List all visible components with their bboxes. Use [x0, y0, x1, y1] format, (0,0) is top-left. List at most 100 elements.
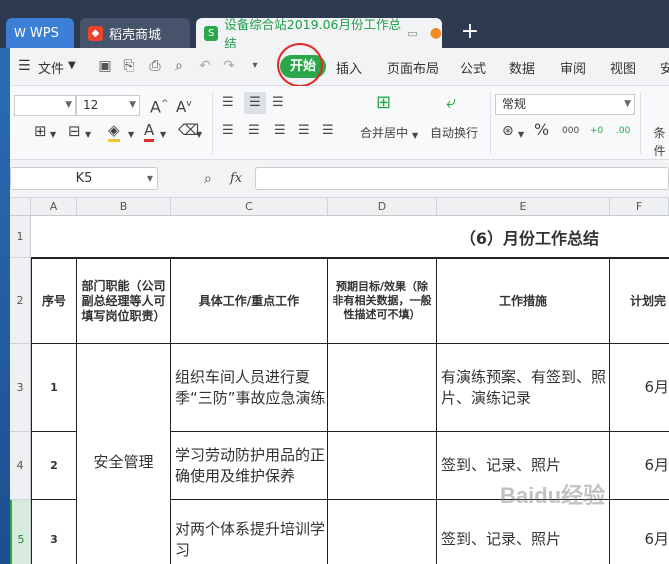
row-header-4[interactable]: 4	[10, 432, 31, 500]
percent-button[interactable]: %	[534, 121, 549, 139]
menu-data[interactable]: 数据	[509, 58, 535, 77]
chevron-down-icon[interactable]: ▼	[412, 127, 418, 145]
window-icon[interactable]: ▭	[407, 27, 417, 40]
row3-goal[interactable]	[328, 500, 437, 564]
row1-work[interactable]: 组织车间人员进行夏季“三防”事故应急演练	[171, 344, 328, 432]
font-size-select[interactable]: 12 ▼	[76, 95, 140, 116]
chevron-down-icon: ▼	[129, 100, 136, 110]
col-header-b[interactable]: B	[77, 198, 171, 216]
chevron-down-icon[interactable]: ▼	[50, 126, 56, 144]
chevron-down-icon[interactable]: ▼	[128, 126, 134, 144]
row1-goal[interactable]	[328, 344, 437, 432]
row-header-3[interactable]: 3	[10, 344, 31, 432]
chevron-down-icon[interactable]: ▼	[85, 126, 91, 144]
chevron-down-icon: ▼	[65, 100, 72, 110]
dept-merged-cell[interactable]: 安全管理	[77, 344, 171, 564]
fx-label[interactable]: fx	[230, 170, 242, 188]
justify-icon[interactable]: ☰	[298, 122, 310, 140]
chevron-down-icon[interactable]: ▼	[68, 60, 76, 71]
header-goal[interactable]: 预期目标/效果（除非有相关数据，一般性描述可不填）	[328, 258, 437, 344]
menu-page-layout[interactable]: 页面布局	[387, 58, 439, 77]
header-dept[interactable]: 部门职能（公司副总经理等人可填写岗位职责）	[77, 258, 171, 344]
sheet-title-cell[interactable]: （6）月份工作总结	[31, 216, 669, 258]
decrease-font-icon[interactable]: Av	[176, 95, 192, 116]
row2-seq[interactable]: 2	[31, 432, 77, 500]
row2-plan[interactable]: 6月	[610, 432, 669, 500]
number-format-select[interactable]: 常规 ▼	[495, 94, 635, 115]
menu-file[interactable]: 文件	[38, 58, 64, 77]
header-seq[interactable]: 序号	[31, 258, 77, 344]
row2-work[interactable]: 学习劳动防护用品的正确使用及维护保养	[171, 432, 328, 500]
redo-icon[interactable]: ↷	[220, 57, 238, 75]
print-preview-icon[interactable]: ⌕	[170, 57, 188, 75]
row-header-5[interactable]: 5	[10, 500, 31, 564]
col-header-f[interactable]: F	[610, 198, 669, 216]
formula-bar: K5 ▼ ⌕ fx	[10, 160, 669, 198]
conditional-format-button[interactable]: 条件	[650, 124, 669, 160]
col-header-c[interactable]: C	[171, 198, 328, 216]
chevron-down-icon[interactable]: ▼	[196, 126, 202, 144]
wrap-text-button[interactable]: 自动换行	[430, 124, 478, 142]
wrap-text-icon[interactable]: ⤶	[446, 94, 456, 112]
highlight-circle	[277, 43, 323, 87]
corner-select-all[interactable]	[10, 198, 31, 216]
merge-center-icon[interactable]: ⊞	[376, 94, 391, 112]
chevron-down-icon[interactable]: ▼	[518, 126, 524, 144]
decrease-decimal-button[interactable]: .00	[616, 122, 630, 140]
font-name-select[interactable]: ▼	[14, 95, 76, 116]
row1-seq[interactable]: 1	[31, 344, 77, 432]
formula-input[interactable]	[255, 167, 669, 190]
col-header-a[interactable]: A	[31, 198, 77, 216]
border-icon[interactable]: ⊞	[34, 122, 47, 140]
col-header-e[interactable]: E	[437, 198, 610, 216]
row1-measure[interactable]: 有演练预案、有签到、照片、演练记录	[437, 344, 610, 432]
zoom-search-icon[interactable]: ⌕	[204, 170, 212, 188]
export-icon[interactable]: ⎘	[120, 57, 138, 75]
thousands-separator-button[interactable]: 000	[562, 122, 579, 140]
tab-wps[interactable]: W WPS	[6, 18, 74, 48]
ribbon-toolbar: ▼ 12 ▼ A^ Av ⊞ ▼ ⊟ ▼ ◈ ▼ A ▼ ⌫ ▼ ☰ ☰ ☰ ☰ …	[10, 86, 669, 160]
save-icon[interactable]: ▣	[96, 57, 114, 75]
row1-plan[interactable]: 6月	[610, 344, 669, 432]
merge-border-icon[interactable]: ⊟	[68, 122, 81, 140]
align-middle-icon[interactable]: ☰	[244, 92, 266, 114]
menu-insert[interactable]: 插入	[336, 58, 362, 77]
tab-docer-store[interactable]: ◆ 稻壳商城	[80, 18, 190, 48]
header-work[interactable]: 具体工作/重点工作	[171, 258, 328, 344]
align-right-icon[interactable]: ☰	[274, 122, 286, 140]
row2-goal[interactable]	[328, 432, 437, 500]
chevron-down-icon[interactable]: ▼	[160, 126, 166, 144]
menu-view[interactable]: 视图	[610, 58, 636, 77]
menu-formula[interactable]: 公式	[460, 58, 486, 77]
distributed-icon[interactable]: ☰	[322, 122, 334, 140]
increase-font-icon[interactable]: A^	[150, 95, 169, 116]
col-header-d[interactable]: D	[328, 198, 437, 216]
increase-decimal-button[interactable]: +0	[590, 122, 603, 140]
font-color-icon[interactable]: A	[144, 121, 155, 142]
align-bottom-icon[interactable]: ☰	[272, 94, 284, 112]
merge-center-button[interactable]: 合并居中	[360, 124, 408, 142]
menu-security[interactable]: 安	[660, 58, 669, 77]
row3-seq[interactable]: 3	[31, 500, 77, 564]
print-icon[interactable]: ⎙	[146, 57, 164, 75]
row-header-1[interactable]: 1	[10, 216, 31, 258]
hamburger-icon[interactable]: ☰	[18, 58, 31, 74]
ribbon-divider	[640, 92, 641, 154]
header-measure[interactable]: 工作措施	[437, 258, 610, 344]
quick-access-more-icon[interactable]: ▾	[246, 57, 264, 75]
header-plan[interactable]: 计划完	[610, 258, 669, 344]
name-box[interactable]: K5 ▼	[10, 167, 158, 190]
align-left-icon[interactable]: ☰	[222, 122, 234, 140]
new-tab-plus-icon[interactable]: +	[458, 20, 482, 44]
fill-color-icon[interactable]: ◈	[108, 121, 120, 142]
undo-icon[interactable]: ↶	[196, 57, 214, 75]
row3-work[interactable]: 对两个体系提升培训学习	[171, 500, 328, 564]
currency-icon[interactable]: ⊛	[502, 122, 514, 140]
watermark: Baidu经验	[500, 483, 606, 508]
row3-plan[interactable]: 6月	[610, 500, 669, 564]
tab-document[interactable]: S 设备综合站2019.06月份工作总结 ▭ ●	[196, 17, 442, 51]
align-top-icon[interactable]: ☰	[222, 94, 234, 112]
menu-review[interactable]: 审阅	[560, 58, 586, 77]
row-header-2[interactable]: 2	[10, 258, 31, 344]
align-center-icon[interactable]: ☰	[248, 122, 260, 140]
